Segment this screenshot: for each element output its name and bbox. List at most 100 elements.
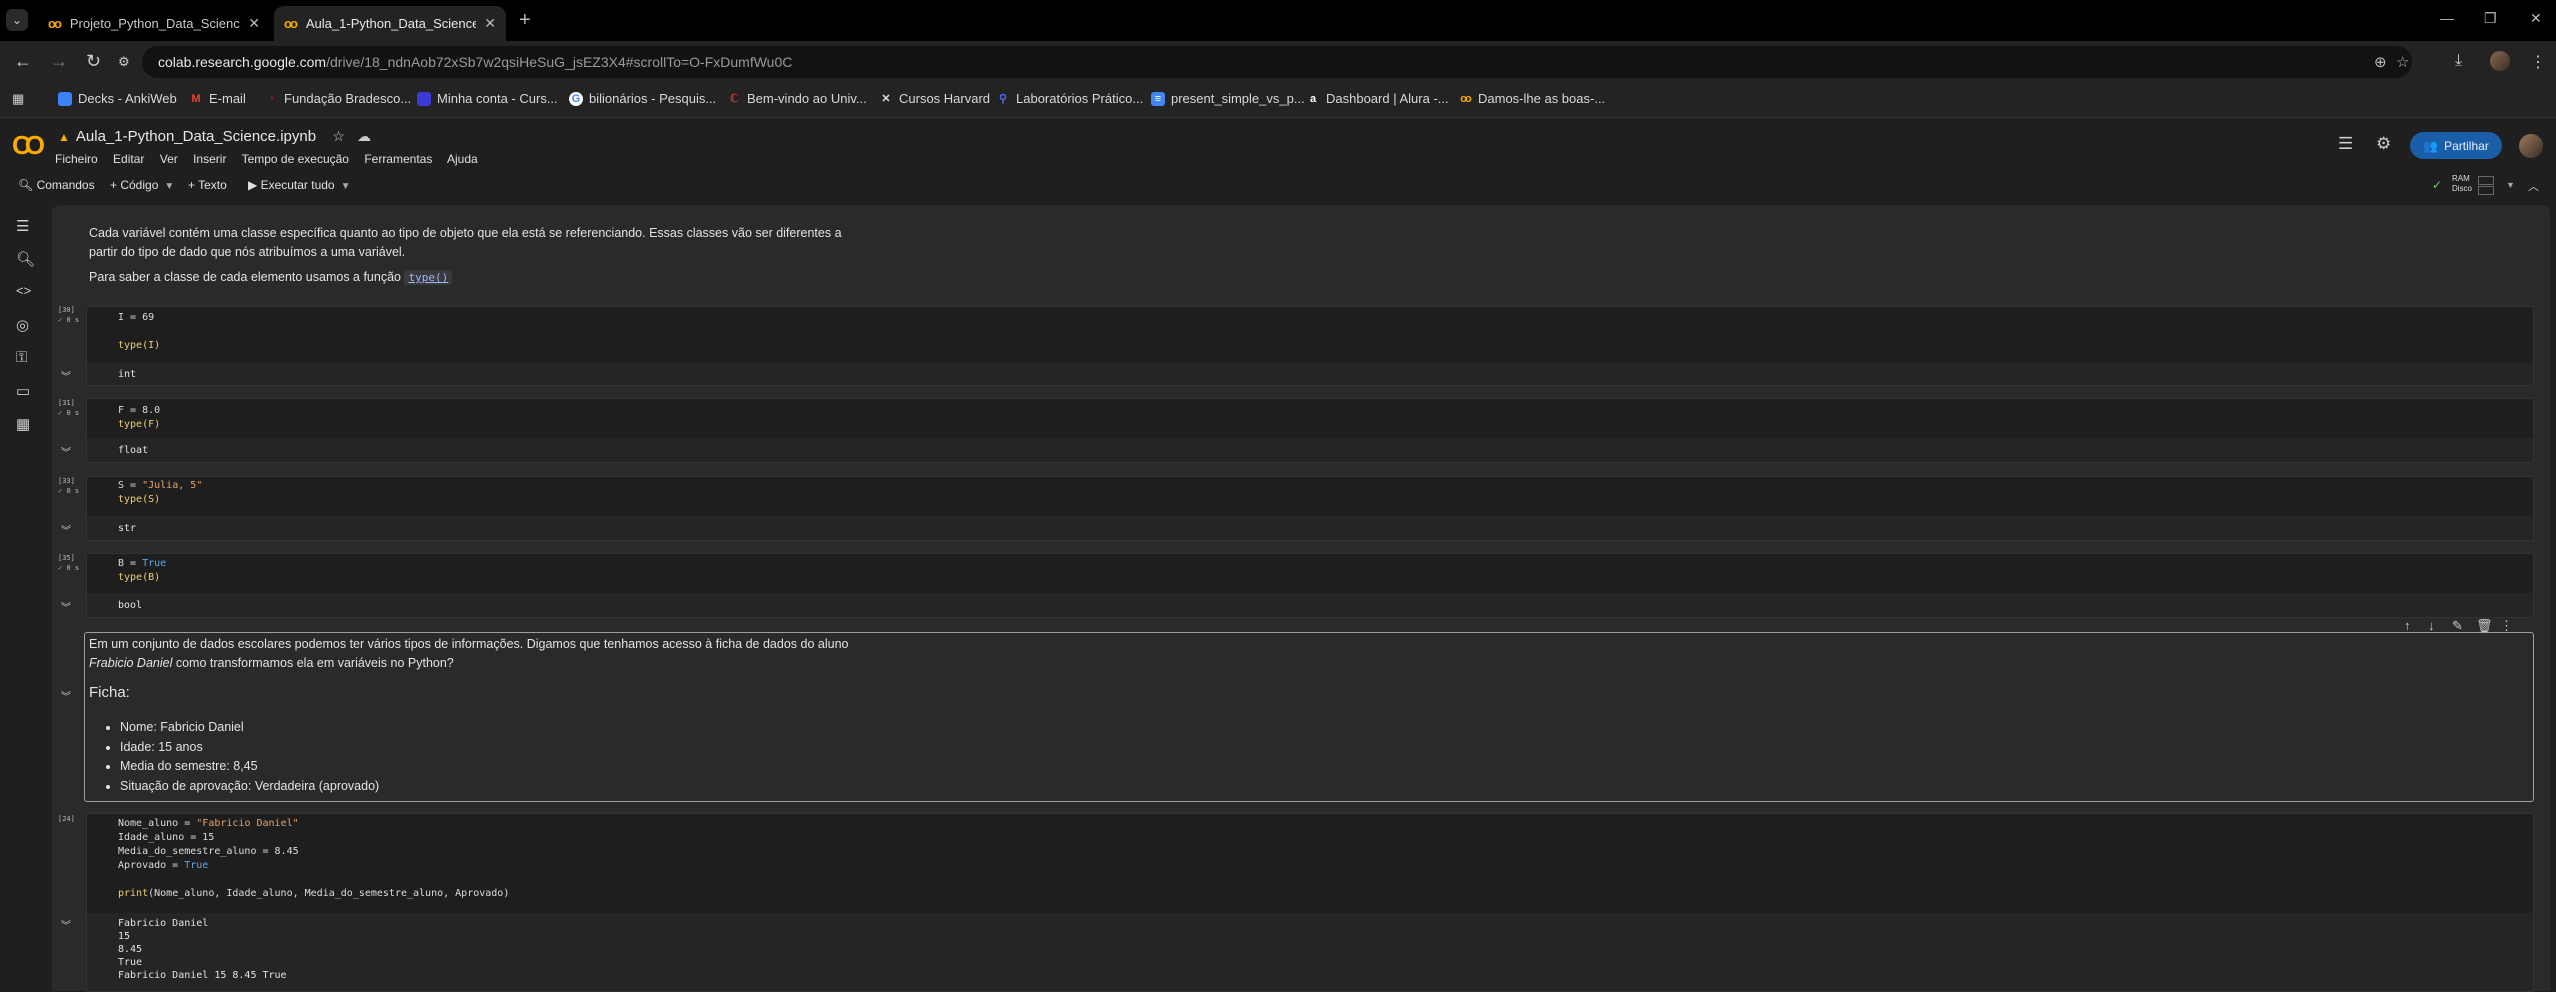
secrets-key-icon[interactable]: ⚿: [16, 349, 27, 366]
bookmark-bradesco[interactable]: ◔ Fundação Bradesco...: [264, 91, 412, 106]
google-icon: G: [569, 91, 583, 106]
cloud-sync-icon[interactable]: ☁: [357, 128, 371, 144]
edit-pencil-icon[interactable]: ✎: [2452, 618, 2463, 634]
output-area-5: [86, 913, 2534, 992]
output-chevron-icon[interactable]: ︾: [61, 368, 71, 383]
more-options-icon[interactable]: ⋮: [2500, 618, 2513, 634]
data-table-icon[interactable]: ▦: [16, 415, 30, 433]
colab-logo-icon[interactable]: CO: [12, 130, 45, 161]
list-item: Situação de aprovação: Verdadeira (aprov…: [120, 777, 379, 797]
delete-trash-icon[interactable]: 🗑︎: [2476, 618, 2493, 634]
comments-icon[interactable]: ☰: [2338, 134, 2353, 154]
browser-tab-aula[interactable]: oo Aula_1-Python_Data_Science.ip ✕: [274, 6, 506, 41]
close-icon[interactable]: ✕: [248, 15, 260, 32]
bookmark-minha-conta[interactable]: Minha conta - Curs...: [417, 91, 558, 106]
type-function-code[interactable]: type(): [404, 270, 453, 285]
bookmark-laboratorios[interactable]: ⚲ Laboratórios Prático...: [996, 91, 1143, 106]
bookmark-star-icon[interactable]: ☆: [2396, 53, 2409, 71]
files-folder-icon[interactable]: ▭: [16, 382, 30, 400]
bookmark-present-simple[interactable]: ≡ present_simple_vs_p...: [1151, 91, 1305, 106]
bookmark-univ[interactable]: ℂ Bem-vindo ao Univ...: [727, 91, 867, 106]
success-check-icon: ✓: [58, 316, 63, 324]
code-line: Nome_aluno = "Fabricio Daniel": [118, 818, 299, 829]
run-all-button[interactable]: ▶ Executar tudo ▼: [248, 178, 351, 192]
reload-icon[interactable]: ↻: [86, 51, 101, 72]
notebook-title[interactable]: ▲ Aula_1-Python_Data_Science.ipynb ☆ ☁: [58, 128, 371, 145]
add-code-button[interactable]: + Código ▼: [110, 178, 174, 192]
intro-line-1: Cada variável contém uma classe específi…: [89, 226, 842, 240]
bookmark-label: Decks - AnkiWeb: [78, 91, 177, 106]
output-chevron-icon[interactable]: ︾: [61, 599, 71, 614]
colab-toolbar: 🔍︎ Comandos + Código ▼ + Texto ▶ Executar…: [0, 173, 2556, 197]
code-line: type(I): [118, 339, 160, 353]
settings-gear-icon[interactable]: ⚙: [2376, 134, 2391, 154]
menu-editar[interactable]: Editar: [113, 152, 144, 166]
code-cell-3[interactable]: [86, 476, 2534, 518]
apps-grid-icon[interactable]: ▦: [12, 91, 24, 107]
browser-menu-icon[interactable]: ⋮: [2530, 52, 2546, 72]
boolean-literal: True: [184, 860, 209, 871]
add-text-button[interactable]: + Texto: [188, 178, 227, 192]
menu-ajuda[interactable]: Ajuda: [447, 152, 478, 166]
output-line: Fabricio Daniel 15 8.45 True: [118, 970, 287, 981]
cell-output: int: [118, 369, 137, 380]
download-icon[interactable]: ⤓: [2455, 52, 2462, 70]
profile-avatar[interactable]: [2490, 51, 2510, 71]
markdown-intro[interactable]: Cada variável contém uma classe específi…: [89, 224, 842, 287]
close-window-icon[interactable]: ✕: [2530, 10, 2542, 27]
bookmark-email[interactable]: M E-mail: [189, 91, 246, 106]
output-chevron-icon[interactable]: ︾: [61, 522, 71, 537]
commands-button[interactable]: 🔍︎ Comandos: [18, 178, 95, 192]
bookmark-alura[interactable]: a Dashboard | Alura -...: [1306, 91, 1449, 106]
code-cell-2[interactable]: [86, 398, 2534, 440]
menu-tempo-execucao[interactable]: Tempo de execução: [242, 152, 349, 166]
notebook-title-text: Aula_1-Python_Data_Science.ipynb: [75, 128, 317, 145]
star-icon[interactable]: ☆: [332, 128, 345, 144]
tab-search-chevron-icon[interactable]: ⌄: [6, 9, 28, 31]
zoom-icon[interactable]: ⊕: [2374, 53, 2387, 71]
code-cell-1[interactable]: [86, 306, 2534, 365]
site-settings-icon[interactable]: ⚙: [118, 54, 130, 70]
list-item: Idade: 15 anos: [120, 738, 379, 758]
bookmark-google[interactable]: Gbilionários - Pesquis...: [569, 91, 716, 106]
alura-icon: a: [1309, 92, 1317, 105]
collapse-chevron-up-icon[interactable]: ︿: [2528, 178, 2539, 194]
output-line: Fabricio Daniel: [118, 918, 209, 929]
chevron-down-icon[interactable]: ▼: [164, 181, 174, 192]
bookmark-colab[interactable]: oo Damos-lhe as boas-...: [1458, 91, 1605, 106]
resource-labels[interactable]: RAM Disco: [2452, 174, 2472, 194]
add-code-label: + Código: [110, 178, 159, 192]
bookmark-label: E-mail: [209, 91, 246, 106]
code-line: Media_do_semestre_aluno = 8.45: [118, 845, 299, 859]
back-icon[interactable]: ←: [14, 51, 32, 72]
share-button[interactable]: 👥 Partilhar: [2410, 132, 2502, 159]
intro-line-2: partir do tipo de dado que nós atribuímo…: [89, 245, 406, 259]
forward-icon[interactable]: →: [50, 51, 68, 72]
find-icon[interactable]: 🔍︎: [16, 250, 35, 268]
bookmark-harvard[interactable]: ✕ Cursos Harvard: [879, 91, 990, 106]
menu-ver[interactable]: Ver: [160, 152, 178, 166]
menu-ferramentas[interactable]: Ferramentas: [364, 152, 432, 166]
code-line: type(B): [118, 571, 160, 585]
restore-icon[interactable]: ❐: [2484, 10, 2497, 27]
resources-chevron-down-icon[interactable]: ▼: [2506, 180, 2515, 190]
menu-inserir[interactable]: Inserir: [193, 152, 226, 166]
variables-icon[interactable]: ◎: [16, 316, 29, 334]
move-cell-up-icon[interactable]: ↑: [2404, 618, 2411, 633]
chevron-down-icon[interactable]: ▼: [341, 181, 351, 192]
code-cell-4[interactable]: [86, 553, 2534, 595]
output-chevron-icon[interactable]: ︾: [61, 917, 71, 932]
code-snippets-icon[interactable]: <>: [16, 283, 31, 298]
close-icon[interactable]: ✕: [484, 15, 496, 32]
browser-tab-projeto[interactable]: oo Projeto_Python_Data_Science.ip ✕: [38, 6, 270, 41]
menu-ficheiro[interactable]: Ficheiro: [55, 152, 98, 166]
new-tab-icon[interactable]: +: [519, 9, 531, 32]
output-chevron-icon[interactable]: ︾: [61, 444, 71, 459]
section-collapse-chevron-icon[interactable]: ︾: [61, 688, 71, 703]
url-input[interactable]: colab.research.google.com/drive/18_ndnAo…: [142, 46, 2412, 78]
bookmark-anki[interactable]: Decks - AnkiWeb: [58, 91, 177, 106]
move-cell-down-icon[interactable]: ↓: [2428, 618, 2435, 633]
table-of-contents-icon[interactable]: ☰: [16, 217, 29, 235]
minimize-icon[interactable]: —: [2440, 10, 2454, 26]
account-avatar[interactable]: [2519, 134, 2543, 158]
